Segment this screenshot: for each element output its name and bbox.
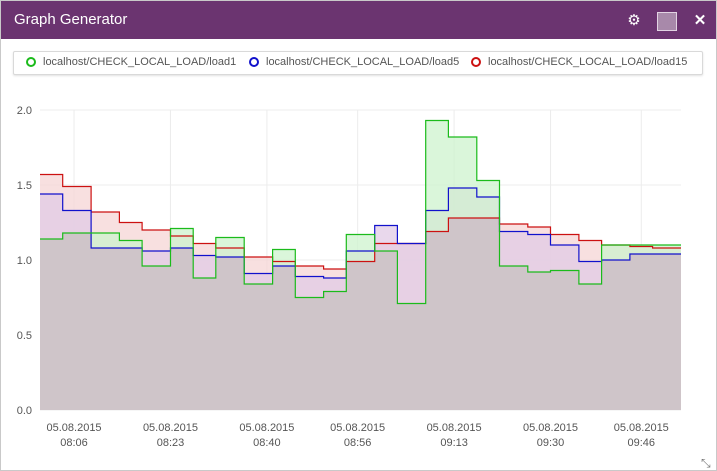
resize-handle-icon[interactable]: ⤡ [701, 456, 711, 471]
y-tick-label: 0.0 [17, 405, 32, 417]
x-tick-time: 08:06 [60, 437, 88, 449]
chart-legend: localhost/CHECK_LOCAL_LOAD/load1 localho… [13, 51, 703, 75]
x-tick-date: 05.08.2015 [239, 422, 294, 434]
legend-dot-load15 [471, 57, 481, 67]
legend-dot-load5 [249, 57, 259, 67]
x-tick-time: 09:30 [537, 437, 565, 449]
x-tick-time: 08:23 [157, 437, 185, 449]
x-tick-time: 09:13 [440, 437, 468, 449]
y-tick-label: 1.0 [17, 255, 32, 267]
x-tick-time: 09:46 [628, 437, 656, 449]
x-tick-date: 05.08.2015 [427, 422, 482, 434]
gear-icon[interactable]: ⚙ [625, 11, 643, 29]
x-tick-date: 05.08.2015 [523, 422, 578, 434]
x-tick-date: 05.08.2015 [614, 422, 669, 434]
x-tick-date: 05.08.2015 [143, 422, 198, 434]
legend-label-load15: localhost/CHECK_LOCAL_LOAD/load15 [488, 56, 688, 68]
graph-generator-window: Graph Generator ⚙ ✕ localhost/CHECK_LOCA… [0, 0, 717, 471]
legend-label-load5: localhost/CHECK_LOCAL_LOAD/load5 [266, 56, 460, 68]
legend-dot-load1 [26, 57, 36, 67]
x-tick-date: 05.08.2015 [47, 422, 102, 434]
legend-item-load1[interactable]: localhost/CHECK_LOCAL_LOAD/load1 [26, 56, 236, 68]
close-icon[interactable]: ✕ [691, 11, 709, 29]
x-tick-time: 08:40 [253, 437, 281, 449]
load-chart: 0.0 0.5 1.0 1.5 2.0 05.08.2015 08:06 05.08.2015… [17, 105, 681, 449]
y-tick-label: 1.5 [17, 180, 32, 192]
legend-label-load1: localhost/CHECK_LOCAL_LOAD/load1 [43, 56, 237, 68]
color-swatch-button[interactable] [657, 12, 677, 31]
legend-item-load5[interactable]: localhost/CHECK_LOCAL_LOAD/load5 [249, 56, 459, 68]
y-tick-label: 0.5 [17, 330, 32, 342]
window-title: Graph Generator [14, 11, 128, 28]
legend-item-load15[interactable]: localhost/CHECK_LOCAL_LOAD/load15 [471, 56, 687, 68]
y-tick-label: 2.0 [17, 105, 32, 117]
x-tick-date: 05.08.2015 [330, 422, 385, 434]
x-tick-time: 08:56 [344, 437, 372, 449]
window-titlebar: Graph Generator ⚙ ✕ [1, 1, 716, 39]
